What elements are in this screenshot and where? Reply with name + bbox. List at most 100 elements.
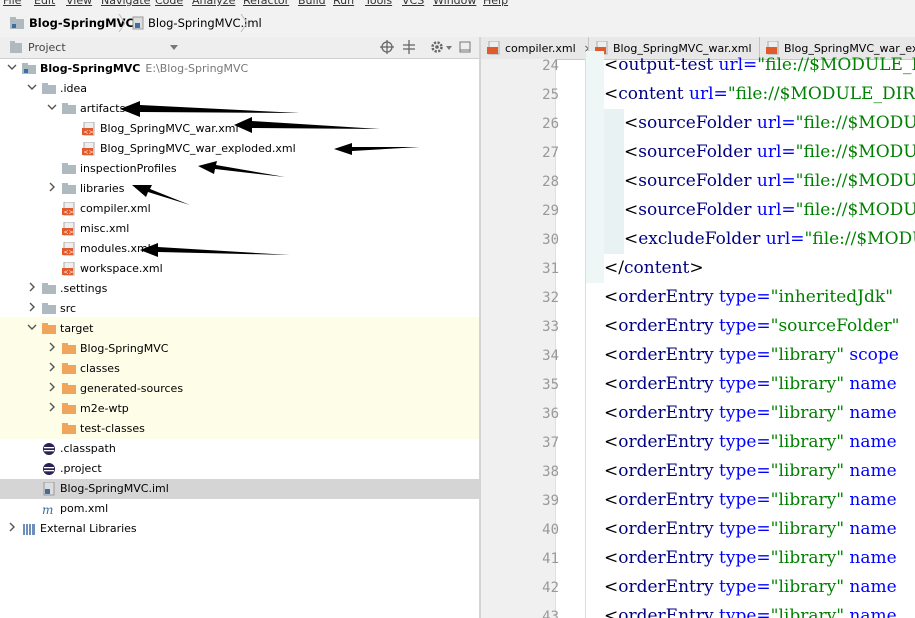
code-token: < <box>624 113 639 133</box>
expand-arrow-down-icon[interactable] <box>46 102 58 116</box>
tree-item[interactable]: <> misc.xml <box>0 219 479 239</box>
tree-item-text: target <box>60 322 93 335</box>
menu-window[interactable]: Window <box>433 0 476 7</box>
tree-item[interactable]: .settings <box>0 279 479 299</box>
expand-arrow-right-icon[interactable] <box>6 522 18 536</box>
menu-edit[interactable]: Edit <box>34 0 55 7</box>
gear-icon[interactable] <box>430 40 444 54</box>
project-panel: Project Blog-SpringMVC E:\Blog-SpringMVC.… <box>0 37 479 618</box>
tree-item[interactable]: Blog-SpringMVC E:\Blog-SpringMVC <box>0 59 479 79</box>
expand-arrow-right-icon[interactable] <box>26 302 38 316</box>
code-token: sourceFolder <box>638 113 752 133</box>
tree-item[interactable]: <> workspace.xml <box>0 259 479 279</box>
menu-tools[interactable]: Tools <box>365 0 392 7</box>
code-line: <orderEntry type="sourceFolder" <box>556 312 915 341</box>
line-number: 38 <box>542 464 559 480</box>
tree-item[interactable]: classes <box>0 359 479 379</box>
expand-arrow-right-icon[interactable] <box>26 282 38 296</box>
tree-item[interactable]: Blog-SpringMVC <box>0 339 479 359</box>
tree-item-label: Blog-SpringMVC <box>80 342 169 355</box>
menu-navigate[interactable]: Navigate <box>101 0 150 7</box>
tree-item-label: target <box>60 322 94 335</box>
code-token: "file://$MODULE_DIR$" <box>727 84 915 104</box>
code-line: <orderEntry type="library" name <box>556 486 915 515</box>
project-panel-title[interactable]: Project <box>28 41 66 54</box>
tree-item[interactable]: test-classes <box>0 419 479 439</box>
tree-item[interactable]: <> Blog_SpringMVC_war_exploded.xml <box>0 139 479 159</box>
tree-item-text: generated-sources <box>80 382 183 395</box>
menu-file[interactable]: File <box>3 0 21 7</box>
code-token: sourceFolder <box>638 142 752 162</box>
tree-item[interactable]: m2e-wtp <box>0 399 479 419</box>
collapse-all-icon[interactable] <box>402 40 416 54</box>
expand-arrow-right-icon[interactable] <box>46 182 58 196</box>
code-line: </content> <box>556 254 915 283</box>
tree-item[interactable]: External Libraries <box>0 519 479 539</box>
breadcrumb-project[interactable]: Blog-SpringMVC <box>9 16 134 30</box>
expand-arrow-right-icon[interactable] <box>46 402 58 416</box>
code-token: name <box>844 461 897 481</box>
tree-item[interactable]: generated-sources <box>0 379 479 399</box>
maven-file-icon: m <box>42 502 56 519</box>
expand-arrow-right-icon[interactable] <box>46 342 58 356</box>
expand-arrow-down-icon[interactable] <box>26 82 38 96</box>
code-token: < <box>624 229 639 249</box>
code-line: <orderEntry type="library" name <box>556 457 915 486</box>
tree-item[interactable]: .idea <box>0 79 479 99</box>
code-area[interactable]: <output-test url="file://$MODULE_DIR$/ta… <box>556 51 915 618</box>
view-mode-dropdown-icon[interactable] <box>170 45 178 51</box>
tree-item[interactable]: inspectionProfiles <box>0 159 479 179</box>
menu-code[interactable]: Code <box>155 0 183 7</box>
scroll-from-source-icon[interactable] <box>380 40 394 54</box>
tree-item[interactable]: artifacts <box>0 99 479 119</box>
code-text: <output-test url="file://$MODULE_DIR$/ta… <box>604 51 915 80</box>
code-token: "file://$MODULE_DIR$/src/main/java" <box>795 113 915 133</box>
tree-item[interactable]: target <box>0 319 479 339</box>
code-token: name <box>844 374 897 394</box>
indent-shade <box>586 254 604 283</box>
menu-analyze[interactable]: Analyze <box>192 0 235 7</box>
tree-item[interactable]: .project <box>0 459 479 479</box>
code-text: <sourceFolder url="file://$MODULE_DIR$/s… <box>624 138 915 167</box>
expand-arrow-down-icon[interactable] <box>26 322 38 336</box>
menu-view[interactable]: View <box>66 0 92 7</box>
tree-item[interactable]: libraries <box>0 179 479 199</box>
expand-arrow-right-icon[interactable] <box>46 382 58 396</box>
tree-item-label: classes <box>80 362 120 375</box>
code-token: < <box>604 287 619 307</box>
menu-build[interactable]: Build <box>298 0 326 7</box>
gear-dropdown-icon[interactable] <box>446 46 452 50</box>
tree-item[interactable]: m pom.xml <box>0 499 479 519</box>
code-token: < <box>604 548 619 568</box>
tree-item[interactable]: Blog-SpringMVC.iml <box>0 479 479 499</box>
code-token: < <box>604 403 619 423</box>
menu-refactor[interactable]: Refactor <box>243 0 289 7</box>
code-token: < <box>604 345 619 365</box>
hide-panel-icon[interactable] <box>459 41 471 53</box>
code-text: <orderEntry type="library" name <box>604 486 897 515</box>
tree-item[interactable]: .classpath <box>0 439 479 459</box>
line-number: 29 <box>542 203 559 219</box>
expand-arrow-right-icon[interactable] <box>46 362 58 376</box>
indent-shade <box>586 80 604 109</box>
code-line: <content url="file://$MODULE_DIR$"> <box>556 80 915 109</box>
eclipse-file-icon <box>42 462 56 479</box>
menu-vcs[interactable]: VCS <box>402 0 424 7</box>
code-token: orderEntry <box>618 606 714 618</box>
menu-help[interactable]: Help <box>483 0 508 7</box>
code-token: type= <box>713 374 771 394</box>
code-token: "library" <box>770 374 845 394</box>
expand-arrow-down-icon[interactable] <box>6 62 18 76</box>
tree-item[interactable]: <> compiler.xml <box>0 199 479 219</box>
svg-text:<>: <> <box>64 269 74 276</box>
code-line: <excludeFolder url="file://$MODULE_DIR$/… <box>556 225 915 254</box>
tree-item[interactable]: src <box>0 299 479 319</box>
tree-item[interactable]: <> Blog_SpringMVC_war.xml <box>0 119 479 139</box>
code-line: <orderEntry type="library" name <box>556 515 915 544</box>
tree-item-text: artifacts <box>80 102 125 115</box>
tree-item-label: Blog-SpringMVC.iml <box>60 482 169 495</box>
code-token: orderEntry <box>618 461 714 481</box>
tree-item[interactable]: <> modules.xml <box>0 239 479 259</box>
menu-run[interactable]: Run <box>333 0 354 7</box>
code-line: <orderEntry type="library" name <box>556 544 915 573</box>
